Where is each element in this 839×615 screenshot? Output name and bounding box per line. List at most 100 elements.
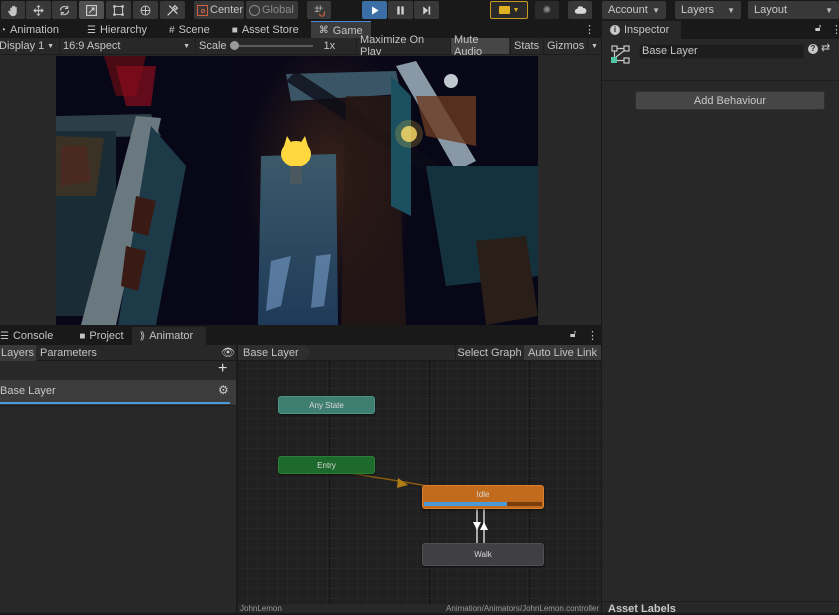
custom-tool-button[interactable]	[160, 1, 185, 19]
main-toolbar: Center Global ▼ ✺ Account ▼ Layers ▼ Layou…	[0, 0, 839, 20]
game-render-viewport[interactable]	[56, 56, 538, 325]
animator-tab-bar: ☰ Console ■ Project ⟫ Animator 🔓︎ ⋮	[0, 327, 601, 345]
chevron-down-icon: ▼	[183, 42, 190, 50]
services-button[interactable]: ✺	[535, 1, 559, 19]
object-name-field[interactable]: Base Layer	[639, 44, 804, 59]
inspector-panel: i Inspector 🔓︎ ⋮ Base Layer ? ⇄ ⋮ Add Be…	[602, 21, 839, 615]
collab-icon	[498, 6, 510, 14]
layer-weight-bar	[0, 402, 230, 404]
cloud-button[interactable]	[568, 1, 592, 19]
add-behaviour-button[interactable]: Add Behaviour	[635, 91, 825, 110]
arrow-down-icon	[473, 522, 481, 530]
move-tool-button[interactable]	[26, 1, 51, 19]
clock-icon: ◔	[0, 24, 7, 36]
animator-graph-canvas[interactable]: Any State Entry Idle Walk	[238, 361, 601, 604]
tab-hierarchy[interactable]: ☰ Hierarchy	[79, 21, 155, 39]
state-idle[interactable]: Idle	[422, 485, 544, 509]
arrow-up-icon	[480, 522, 488, 530]
animator-graph-toolbar: Base Layer Select Graph Auto Live Link	[238, 345, 601, 361]
grid-icon: #	[169, 24, 175, 36]
sun-icon: ✺	[542, 4, 552, 16]
rotate-tool-button[interactable]	[52, 1, 77, 19]
tab-inspector[interactable]: i Inspector	[602, 21, 681, 39]
gizmos-dropdown[interactable]: ▼	[587, 38, 601, 54]
step-button[interactable]	[414, 1, 439, 19]
snap-settings-button[interactable]	[307, 1, 331, 19]
tab-animator[interactable]: ⟫ Animator	[131, 327, 206, 345]
help-icon[interactable]: ?	[808, 44, 818, 54]
move-icon	[33, 4, 44, 16]
maximize-on-play-toggle[interactable]: Maximize On Play	[356, 34, 448, 58]
chevron-down-icon: ▼	[652, 5, 660, 15]
gizmos-toggle[interactable]: Gizmos	[543, 38, 586, 54]
step-icon	[423, 5, 431, 15]
animator-status-bar: JohnLemon Animation/Animators/JohnLemon.…	[238, 604, 601, 613]
tab-parameters[interactable]: Parameters	[37, 345, 97, 361]
scale-tool-button[interactable]	[79, 1, 104, 19]
gear-icon[interactable]: ⚙	[218, 383, 229, 397]
game-scene-render	[56, 56, 538, 325]
chevron-down-icon: ▼	[512, 6, 520, 14]
mute-audio-toggle[interactable]: Mute Audio	[450, 34, 509, 58]
state-progress-track	[424, 502, 542, 506]
collab-button[interactable]: ▼	[490, 1, 528, 19]
rotate-icon	[59, 5, 70, 15]
layout-dropdown[interactable]: Layout ▼	[748, 1, 839, 19]
transform-tool-button[interactable]	[133, 1, 158, 19]
entry-to-idle-transition	[349, 472, 429, 487]
pivot-space-toggle[interactable]: Global	[246, 1, 298, 19]
layers-panel: Layers Parameters 👁︎ + Base Layer ⚙	[0, 345, 238, 613]
state-entry[interactable]: Entry	[278, 456, 375, 474]
select-graph-button[interactable]: Select Graph	[455, 345, 523, 360]
scale-slider-thumb[interactable]	[229, 41, 239, 50]
auto-live-link-toggle[interactable]: Auto Live Link	[524, 345, 601, 360]
tab-scene[interactable]: # Scene	[161, 21, 218, 39]
pivot-icon	[197, 4, 208, 16]
hand-tool-button[interactable]	[1, 1, 25, 19]
layer-state-machine-icon	[611, 45, 630, 64]
layers-panel-header: Layers Parameters 👁︎	[0, 345, 236, 361]
tab-menu-icon[interactable]: ⋮	[831, 23, 839, 36]
rect-tool-button[interactable]	[106, 1, 131, 19]
lock-icon[interactable]: 🔓︎	[815, 23, 821, 34]
state-walk[interactable]: Walk	[422, 543, 544, 566]
tab-project[interactable]: ■ Project	[71, 327, 131, 345]
add-layer-button[interactable]: +	[218, 361, 227, 377]
stats-toggle[interactable]: Stats	[510, 38, 542, 54]
bag-icon: ■	[231, 24, 238, 36]
scale-slider[interactable]: Scale 1x	[195, 38, 353, 54]
chevron-down-icon: ▼	[591, 42, 598, 50]
tab-asset-store[interactable]: ■ Asset Store	[224, 21, 307, 39]
eye-icon[interactable]: 👁︎	[221, 346, 235, 359]
layers-dropdown[interactable]: Layers ▼	[675, 1, 741, 19]
tab-menu-icon[interactable]: ⋮	[587, 329, 598, 342]
aspect-dropdown[interactable]: 16:9 Aspect ▼	[59, 38, 193, 54]
chevron-down-icon: ▼	[727, 5, 735, 15]
chevron-down-icon: ▼	[825, 5, 833, 15]
pause-button[interactable]	[388, 1, 413, 19]
pivot-mode-toggle[interactable]: Center	[194, 1, 244, 19]
breadcrumb[interactable]: Base Layer	[238, 345, 311, 360]
console-icon: ☰	[0, 330, 9, 342]
tab-animation[interactable]: ◔ Animation	[0, 21, 67, 39]
pause-icon	[397, 5, 404, 15]
context-menu-icon[interactable]: ⋮	[834, 42, 839, 55]
cloud-icon	[574, 5, 586, 14]
list-icon: ☰	[86, 24, 96, 36]
lock-icon[interactable]: 🔓︎	[570, 329, 576, 340]
asset-labels-header[interactable]: Asset Labels	[608, 603, 676, 615]
layer-item[interactable]: Base Layer ⚙	[0, 380, 236, 406]
grid-snap-icon	[314, 5, 325, 17]
state-progress-fill	[424, 502, 507, 506]
tab-console[interactable]: ☰ Console	[0, 327, 61, 345]
state-any-state[interactable]: Any State	[278, 396, 375, 414]
play-button[interactable]	[362, 1, 387, 19]
tab-layers[interactable]: Layers	[0, 345, 36, 361]
folder-icon: ■	[79, 330, 86, 342]
display-dropdown[interactable]: Display 1 ▼	[0, 38, 57, 54]
scale-slider-track[interactable]	[229, 41, 313, 50]
plus-icon: +	[218, 360, 228, 377]
account-dropdown[interactable]: Account ▼	[602, 1, 666, 19]
tab-menu-icon[interactable]: ⋮	[584, 23, 595, 36]
presets-icon[interactable]: ⇄	[821, 41, 830, 54]
